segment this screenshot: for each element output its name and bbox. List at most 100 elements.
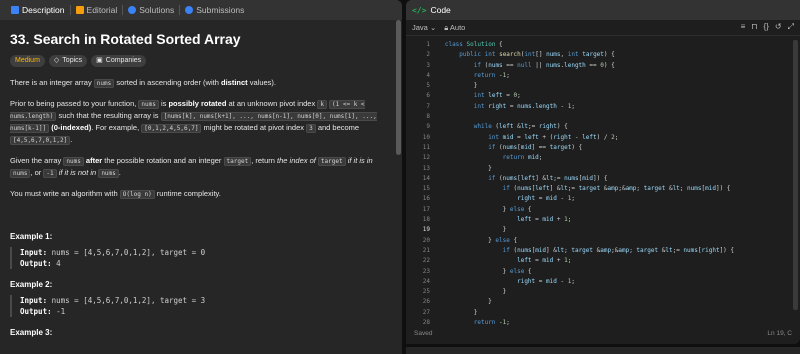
text: Prior to being passed to your function, — [10, 99, 139, 108]
text: There is an integer array — [10, 78, 94, 87]
code-line[interactable]: 11 if (nums[mid] == target) { — [406, 143, 800, 153]
code-line[interactable]: 2 public int search(int[] nums, int targ… — [406, 50, 800, 60]
code-line[interactable]: 21 if (nums[mid] &lt; target &amp;&amp; … — [406, 246, 800, 256]
code-line[interactable]: 1 class Solution { — [406, 40, 800, 50]
code-line[interactable]: 8 — [406, 112, 800, 122]
italic-text: if it is not in — [58, 168, 97, 177]
text: You must write an algorithm with — [10, 189, 120, 198]
text: . — [70, 135, 73, 144]
code-line[interactable]: 14 if (nums[left] &lt;= nums[mid]) { — [406, 174, 800, 184]
code-line[interactable]: 23 } else { — [406, 267, 800, 277]
companies-label: Companies — [105, 57, 142, 64]
code-line[interactable]: 19 } — [406, 225, 800, 235]
topics-tag[interactable]: ◇ Topics — [48, 55, 88, 67]
problem-title: 33. Search in Rotated Sorted Array — [10, 31, 241, 47]
description-panel: Description Editorial Solutions Submissi… — [0, 0, 402, 354]
code-editor[interactable]: 1 class Solution {2 public int search(in… — [406, 40, 800, 328]
code-text: } — [434, 298, 492, 306]
topics-label: Topics — [62, 57, 83, 64]
line-number: 4 — [426, 71, 430, 79]
code-line[interactable]: 20 } else { — [406, 236, 800, 246]
language-label: Java — [412, 23, 428, 32]
code-line[interactable]: 12 return mid; — [406, 153, 800, 163]
line-number: 23 — [422, 267, 430, 275]
code-scrollbar[interactable] — [793, 40, 798, 310]
code-text: int left = 0; — [473, 92, 521, 100]
line-number: 6 — [426, 92, 430, 100]
difficulty-badge[interactable]: Medium — [10, 55, 45, 67]
tab-solutions-label: Solutions — [139, 5, 175, 15]
example-output: -1 — [56, 307, 66, 316]
reset-icon[interactable]: ↺ — [775, 22, 782, 32]
language-select[interactable]: Java ⌄ — [412, 23, 436, 32]
code-line[interactable]: 24 right = mid - 1; — [406, 277, 800, 287]
line-number: 26 — [422, 298, 430, 306]
code-text: } else { — [434, 236, 518, 244]
code-line[interactable]: 13 } — [406, 164, 800, 174]
code-text: if (nums[mid] == target) { — [488, 143, 583, 151]
code-text: public int search(int[] nums, int target… — [459, 51, 615, 59]
code-line[interactable]: 5 } — [406, 81, 800, 91]
inline-code: k — [317, 100, 327, 109]
bold-text: possibly rotated — [168, 99, 227, 108]
tab-description[interactable]: Description — [6, 0, 70, 20]
text: the possible rotation and an integer — [102, 156, 224, 165]
example-input: nums = [4,5,6,7,0,1,2], target = 3 — [51, 296, 206, 305]
code-text: return mid; — [502, 154, 543, 162]
code-line[interactable]: 4 return -1; — [406, 71, 800, 81]
paragraph-complexity: You must write an algorithm with O(log n… — [10, 188, 388, 200]
solutions-icon — [128, 6, 137, 14]
code-panel: </> Code Java ⌄ 🔒︎ Auto ≡ ⊓ {} ↺ ⤢ 1 cla… — [406, 0, 800, 344]
code-text: return -1; — [473, 71, 510, 79]
editorial-icon — [75, 6, 84, 14]
code-text: } — [434, 82, 478, 90]
output-label: Output: — [20, 307, 52, 316]
code-line[interactable]: 22 left = mid + 1; — [406, 256, 800, 266]
companies-tag[interactable]: ▣ Companies — [91, 55, 147, 67]
code-line[interactable]: 9 while (left &lt;= right) { — [406, 122, 800, 132]
text: runtime complexity. — [154, 189, 221, 198]
mode-label: Auto — [449, 22, 466, 32]
tab-editorial-label: Editorial — [86, 5, 118, 15]
inline-code: 3 — [306, 124, 316, 133]
description-tabs: Description Editorial Solutions Submissi… — [0, 0, 402, 20]
paragraph-intro: There is an integer array nums sorted in… — [10, 77, 388, 89]
line-number: 18 — [422, 216, 430, 224]
code-icon: </> — [412, 5, 427, 15]
line-number: 27 — [422, 308, 430, 316]
save-status: Saved — [414, 329, 433, 337]
format-icon[interactable]: {} — [764, 22, 769, 32]
line-number: 8 — [426, 113, 430, 121]
inline-code: target — [317, 157, 346, 166]
code-line[interactable]: 27 } — [406, 308, 800, 318]
example-box: Input: nums = [4,5,6,7,0,1,2], target = … — [10, 295, 388, 317]
tab-solutions[interactable]: Solutions — [123, 0, 179, 20]
paragraph-rotation: Prior to being passed to your function, … — [10, 98, 388, 146]
bookmark-icon[interactable]: ⊓ — [751, 22, 757, 32]
code-line[interactable]: 25 } — [406, 287, 800, 297]
code-text: left = mid + 1; — [517, 216, 572, 224]
mode-select[interactable]: 🔒︎ Auto — [444, 23, 465, 33]
tab-editorial[interactable]: Editorial — [71, 0, 123, 20]
notes-icon[interactable]: ≡ — [741, 22, 746, 32]
description-scrollbar[interactable] — [396, 20, 401, 155]
code-line[interactable]: 3 if (nums == null || nums.length == 0) … — [406, 61, 800, 71]
example-heading: Example 1: — [10, 232, 53, 241]
code-line[interactable]: 15 if (nums[left] &lt;= target &amp;&amp… — [406, 184, 800, 194]
code-line[interactable]: 16 right = mid - 1; — [406, 194, 800, 204]
code-line[interactable]: 6 int left = 0; — [406, 91, 800, 101]
code-line[interactable]: 7 int right = nums.length - 1; — [406, 102, 800, 112]
tab-submissions[interactable]: Submissions — [180, 0, 249, 20]
line-number: 14 — [422, 174, 430, 182]
code-header: </> Code — [406, 0, 800, 20]
fullscreen-icon[interactable]: ⤢ — [788, 22, 794, 32]
code-text: } else { — [434, 267, 532, 275]
code-line[interactable]: 18 left = mid + 1; — [406, 215, 800, 225]
cursor-position: Ln 19, C — [767, 329, 792, 337]
code-line[interactable]: 17 } else { — [406, 205, 800, 215]
text: sorted in ascending order (with — [114, 78, 221, 87]
paragraph-task: Given the array nums after the possible … — [10, 155, 388, 179]
code-line[interactable]: 26 } — [406, 297, 800, 307]
code-text: } — [434, 288, 507, 296]
code-line[interactable]: 10 int mid = left + (right - left) / 2; — [406, 133, 800, 143]
